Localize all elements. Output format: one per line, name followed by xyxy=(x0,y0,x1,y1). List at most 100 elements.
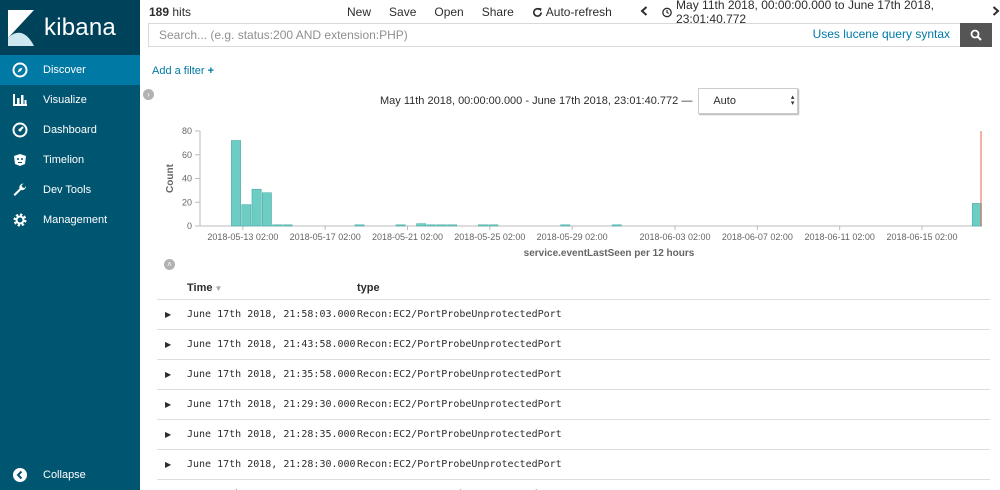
sidebar-item-management[interactable]: Management xyxy=(0,205,140,235)
brand[interactable]: kibana xyxy=(0,0,140,55)
expand-row-icon[interactable]: ▶ xyxy=(157,310,187,319)
table-row[interactable]: ▶ June 17th 2018, 21:43:58.000 Recon:EC2/P… xyxy=(157,330,990,360)
y-tick-label: 80 xyxy=(182,126,192,136)
table-row[interactable]: ▶June 17th 2018, 21:27:35.000Recon:EC2/P… xyxy=(157,480,990,490)
document-table: Time ▼ type ▶ June 17th 2018, 21:58:03.000… xyxy=(157,277,990,490)
x-axis-label: service.eventLastSeen per 12 hours xyxy=(524,248,695,259)
sidebar-item-dashboard[interactable]: Dashboard xyxy=(0,115,140,145)
sidebar-item-dev-tools[interactable]: Dev Tools xyxy=(0,175,140,205)
histogram-bar xyxy=(478,224,488,227)
hits-label: hits xyxy=(172,5,192,19)
y-tick-label: 0 xyxy=(187,221,192,231)
time-header-label: Time xyxy=(187,282,213,294)
expand-row-icon[interactable]: ▶ xyxy=(157,430,187,439)
lucene-syntax-link[interactable]: Uses lucene query syntax xyxy=(813,27,950,41)
add-filter-label: Add a filter xyxy=(152,65,205,77)
search-button[interactable] xyxy=(960,23,992,47)
chart-collapse-toggle[interactable]: › xyxy=(143,89,154,100)
expand-row-icon[interactable]: ▶ xyxy=(157,370,187,379)
sidebar-item-visualize[interactable]: Visualize xyxy=(0,85,140,115)
row-type: Recon:EC2/PortProbeUnprotectedPort xyxy=(357,429,562,440)
open-button[interactable]: Open xyxy=(434,5,463,19)
y-tick-label: 60 xyxy=(182,150,192,160)
clock-icon xyxy=(662,7,672,17)
x-tick-label: 2018-05-29 02:00 xyxy=(537,232,608,242)
x-tick-label: 2018-06-07 02:00 xyxy=(722,232,793,242)
dashboard-icon xyxy=(12,122,28,138)
collapse-button[interactable]: Collapse xyxy=(0,460,140,490)
row-type: Recon:EC2/PortProbeUnprotectedPort xyxy=(357,459,562,470)
collapse-icon xyxy=(12,467,28,483)
sidebar-item-label: Discover xyxy=(43,64,86,76)
table-row[interactable]: ▶ June 17th 2018, 21:58:03.000 Recon:EC2/P… xyxy=(157,300,990,330)
histogram-bar xyxy=(426,224,437,227)
table-row[interactable]: ▶ June 17th 2018, 21:35:58.000 Recon:EC2/P… xyxy=(157,360,990,390)
chevron-right-icon: › xyxy=(147,90,150,99)
histogram-bar xyxy=(560,224,571,227)
bar-chart-icon xyxy=(12,92,28,108)
share-button[interactable]: Share xyxy=(482,5,514,19)
y-tick-label: 20 xyxy=(182,197,192,207)
chart-range-text: May 11th 2018, 00:00:00.000 - June 17th … xyxy=(380,95,693,107)
kibana-logo-icon xyxy=(8,9,34,46)
add-filter-link[interactable]: Add a filter + xyxy=(152,65,214,77)
histogram-bar xyxy=(971,203,982,227)
time-column-header[interactable]: Time ▼ xyxy=(187,282,357,294)
table-row[interactable]: ▶ June 17th 2018, 21:29:30.000 Recon:EC2/P… xyxy=(157,390,990,420)
sidebar-item-timelion[interactable]: Timelion xyxy=(0,145,140,175)
refresh-icon xyxy=(532,7,542,17)
sidebar-item-label: Management xyxy=(43,214,108,226)
expand-row-icon[interactable]: ▶ xyxy=(157,460,187,469)
histogram-bar xyxy=(282,224,293,227)
sidebar-item-label: Dev Tools xyxy=(43,184,92,196)
interval-value: Auto xyxy=(713,95,736,107)
histogram-bar xyxy=(416,223,427,227)
search-icon xyxy=(970,29,982,41)
row-type: Recon:EC2/PortProbeUnprotectedPort xyxy=(357,339,562,350)
brand-name: kibana xyxy=(44,13,116,41)
new-button[interactable]: New xyxy=(347,5,371,19)
sort-down-icon[interactable]: ▼ xyxy=(214,284,222,293)
histogram-bar xyxy=(261,192,272,227)
table-row[interactable]: ▶ June 17th 2018, 21:28:35.000 Recon:EC2/P… xyxy=(157,420,990,450)
histogram-chart: 0 20 40 60 80 Count 2018-05-13 02:00 2018-05-17… xyxy=(165,126,982,259)
x-tick-label: 2018-06-11 02:00 xyxy=(804,232,874,242)
collapse-label: Collapse xyxy=(43,469,86,481)
sidebar-item-discover[interactable]: Discover xyxy=(0,55,140,85)
compass-icon xyxy=(12,62,28,78)
sidebar-item-label: Dashboard xyxy=(43,124,97,136)
auto-refresh-button[interactable]: Auto-refresh xyxy=(532,5,630,19)
row-type: Recon:EC2/PortProbeUnprotectedPort xyxy=(357,399,562,410)
x-tick-label: 2018-05-13 02:00 xyxy=(207,232,278,242)
row-time: June 17th 2018, 21:28:35.000 xyxy=(187,429,356,440)
table-header: Time ▼ type xyxy=(157,277,990,300)
type-column-header[interactable]: type xyxy=(357,282,380,294)
x-tick-label: 2018-05-17 02:00 xyxy=(290,232,361,242)
row-type: Recon:EC2/PortProbeUnprotectedPort xyxy=(357,369,562,380)
hits-number: 189 xyxy=(149,5,170,19)
row-time: June 17th 2018, 21:58:03.000 xyxy=(187,309,356,320)
histogram-bar xyxy=(251,188,262,227)
sidebar-item-label: Visualize xyxy=(43,94,87,106)
chart-header: May 11th 2018, 00:00:00.000 - June 17th … xyxy=(380,88,799,114)
table-row[interactable]: ▶ June 17th 2018, 21:28:30.000 Recon:EC2/P… xyxy=(157,450,990,480)
chevron-right-icon[interactable] xyxy=(992,5,1000,19)
top-nav: 189 hits New Save Open Share Auto-refres… xyxy=(140,0,1000,26)
expand-row-icon[interactable]: ▶ xyxy=(157,400,187,409)
y-axis-label: Count xyxy=(165,163,176,193)
save-button[interactable]: Save xyxy=(389,5,416,19)
histogram-bar xyxy=(436,224,447,227)
histogram-bar xyxy=(231,140,241,227)
chevron-up-icon: ˄ xyxy=(167,260,172,269)
select-arrows-icon: ▴ ▾ xyxy=(790,94,795,107)
chevron-left-icon[interactable] xyxy=(640,5,648,19)
plus-icon: + xyxy=(207,65,215,77)
sidebar: kibana Discover Visualize Dashboard Time… xyxy=(0,0,140,490)
interval-select[interactable]: Auto ▴ ▾ xyxy=(698,88,799,114)
expand-row-icon[interactable]: ▶ xyxy=(157,340,187,349)
histogram-bar xyxy=(241,204,252,227)
histogram-bar xyxy=(354,224,365,227)
time-range: May 11th 2018, 00:00:00.000 to June 17th… xyxy=(640,0,1000,26)
chart-hide-toggle[interactable]: ˄ xyxy=(164,259,175,270)
sidebar-item-label: Timelion xyxy=(43,154,85,166)
